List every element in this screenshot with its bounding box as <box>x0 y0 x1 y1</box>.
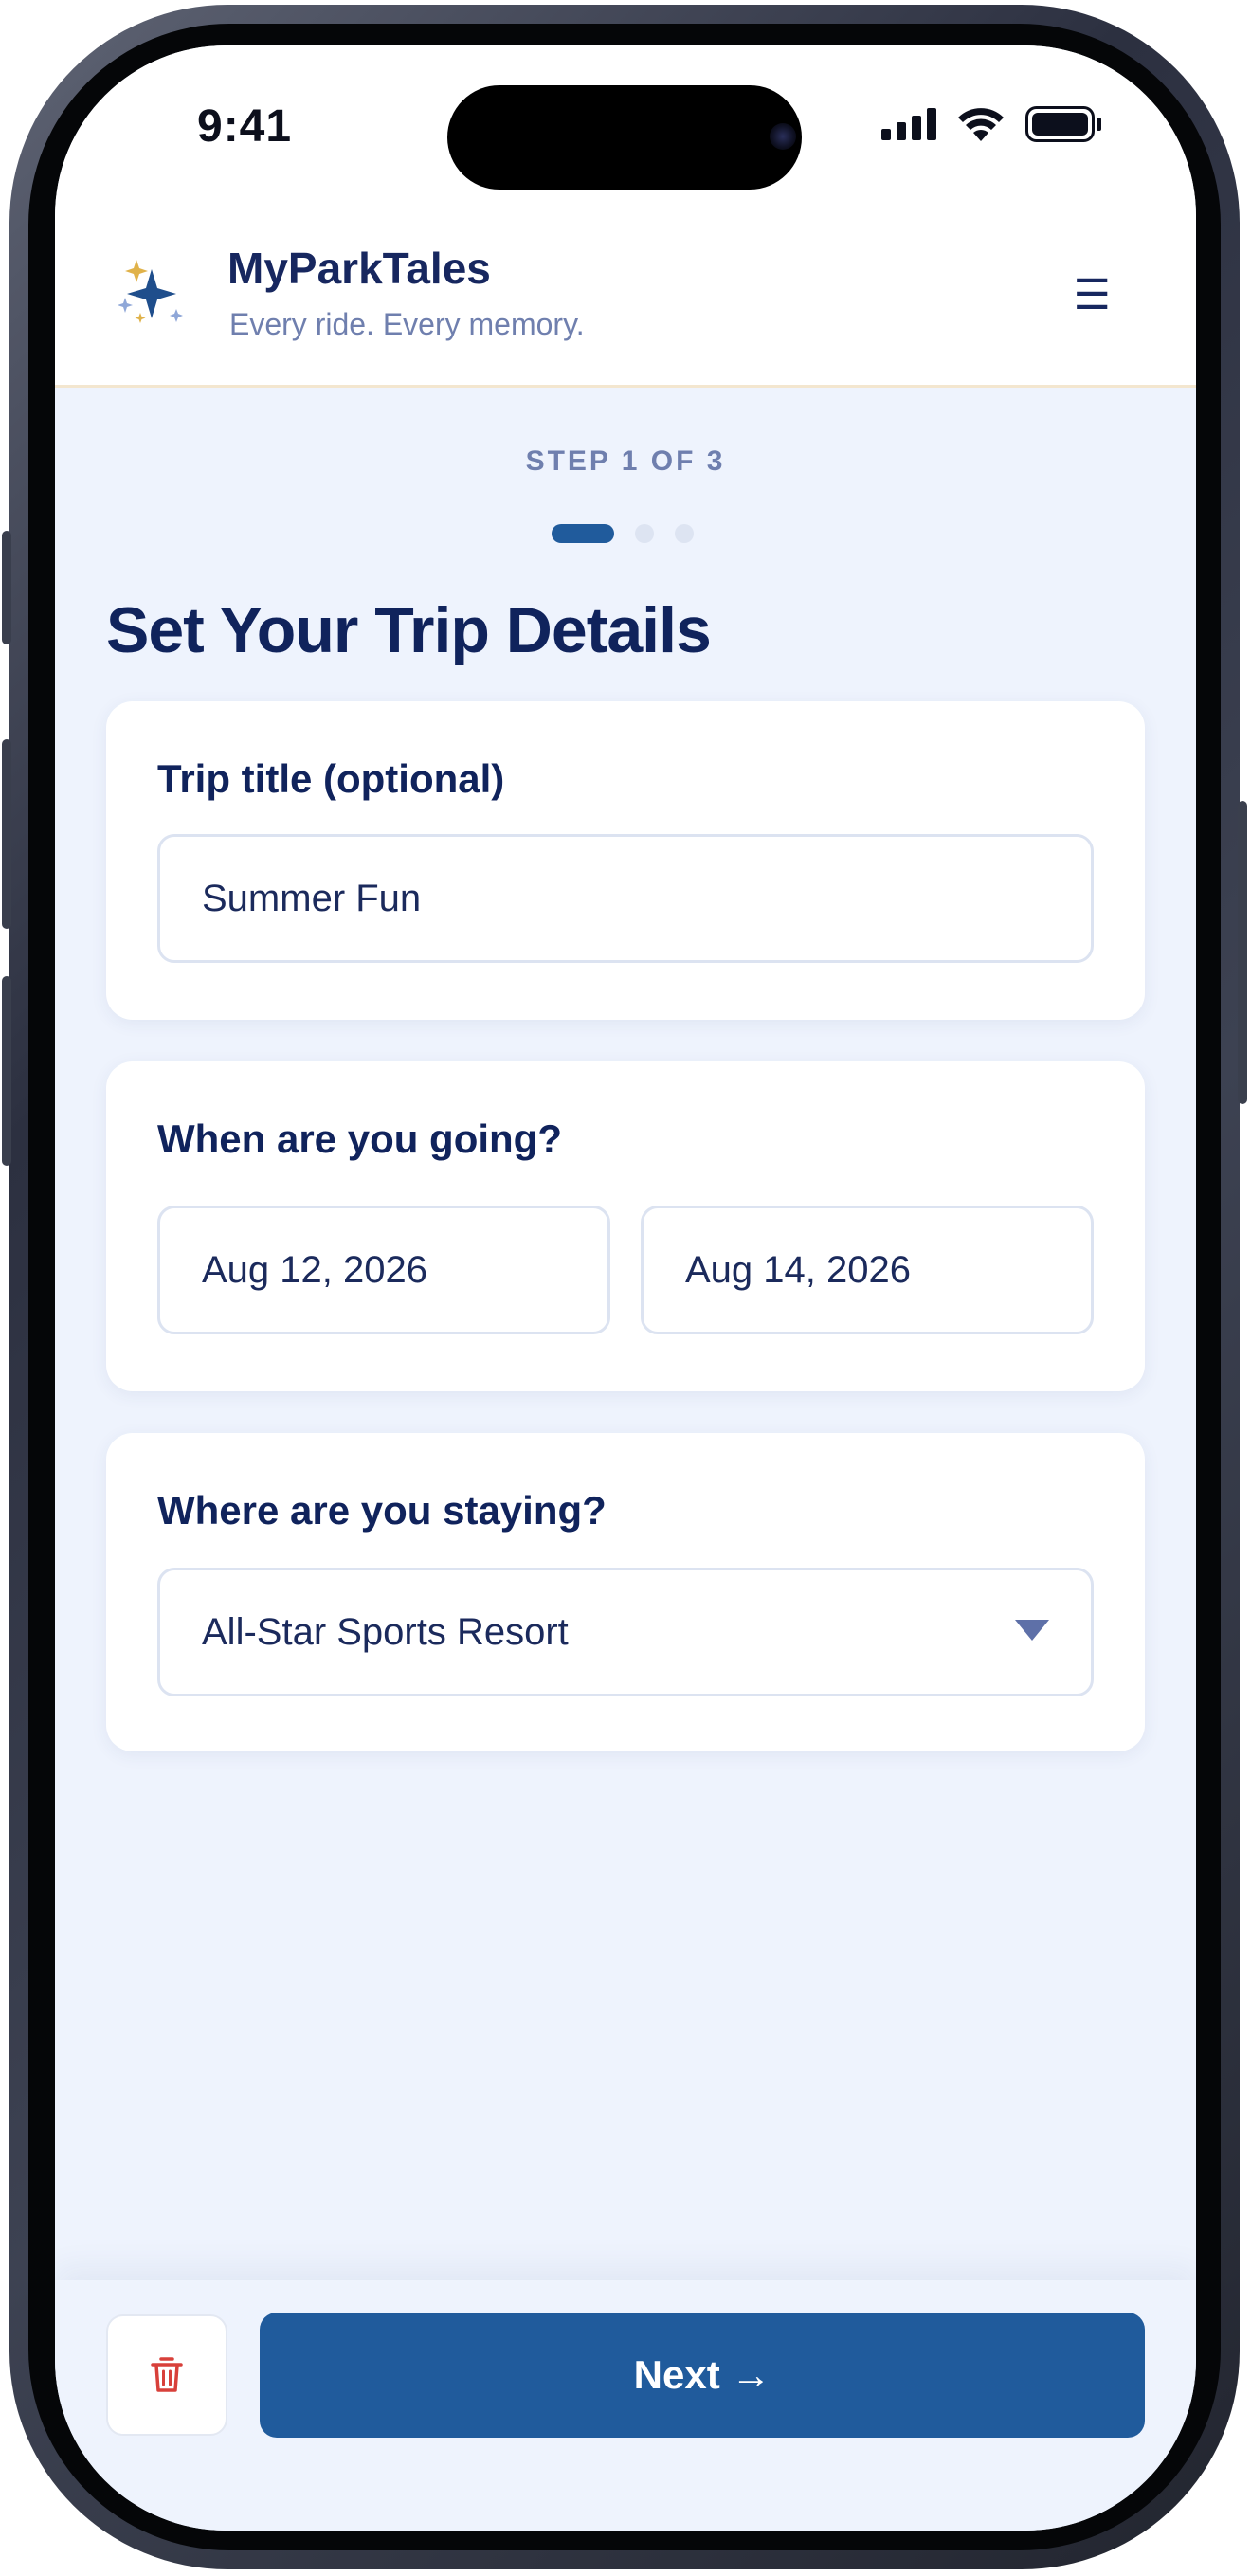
resort-select-value: All-Star Sports Resort <box>202 1610 569 1653</box>
app-header: MyParkTales Every ride. Every memory. ☰ <box>55 218 1196 388</box>
signal-icon <box>881 108 936 140</box>
trip-title-card: Trip title (optional) Summer Fun <box>106 701 1145 1020</box>
front-camera <box>770 123 796 150</box>
battery-icon <box>1025 106 1101 142</box>
trip-title-input[interactable]: Summer Fun <box>157 834 1094 963</box>
status-icons <box>881 106 1103 142</box>
page-title: Set Your Trip Details <box>106 594 712 666</box>
wifi-icon <box>958 108 1004 141</box>
trip-title-label: Trip title (optional) <box>157 756 505 801</box>
next-button[interactable]: Next → <box>260 2313 1145 2438</box>
resort-select[interactable]: All-Star Sports Resort <box>157 1568 1094 1696</box>
volume-down-button <box>2 976 11 1166</box>
dates-label: When are you going? <box>157 1116 562 1161</box>
app-screen: 9:41 MyParkTales Every ride. Every memor… <box>55 45 1196 2531</box>
trash-icon <box>151 2357 183 2392</box>
step-progress-dots <box>552 524 694 543</box>
sparkle-logo-icon <box>118 260 183 323</box>
stay-label: Where are you staying? <box>157 1488 607 1533</box>
power-button <box>1238 801 1247 1104</box>
menu-icon[interactable]: ☰ <box>1074 275 1111 317</box>
volume-up-button <box>2 739 11 929</box>
step-dot <box>675 524 694 543</box>
step-dot <box>635 524 654 543</box>
brand-name: MyParkTales <box>227 244 491 293</box>
start-date-field[interactable]: Aug 12, 2026 <box>157 1206 610 1334</box>
status-time: 9:41 <box>197 101 293 152</box>
step-dot-current <box>552 524 614 543</box>
dynamic-island <box>447 85 802 190</box>
status-bar: 9:41 <box>55 45 1196 218</box>
delete-button[interactable] <box>106 2314 227 2436</box>
dropdown-caret-icon <box>1015 1620 1049 1641</box>
dates-card: When are you going? Aug 12, 2026 Aug 14,… <box>106 1061 1145 1391</box>
step-indicator: STEP 1 OF 3 <box>525 445 726 477</box>
action-button <box>2 531 11 644</box>
stay-card: Where are you staying? All-Star Sports R… <box>106 1433 1145 1751</box>
end-date-field[interactable]: Aug 14, 2026 <box>641 1206 1094 1334</box>
bottom-action-bar: Next → <box>55 2280 1196 2531</box>
brand-tagline: Every ride. Every memory. <box>229 307 585 341</box>
